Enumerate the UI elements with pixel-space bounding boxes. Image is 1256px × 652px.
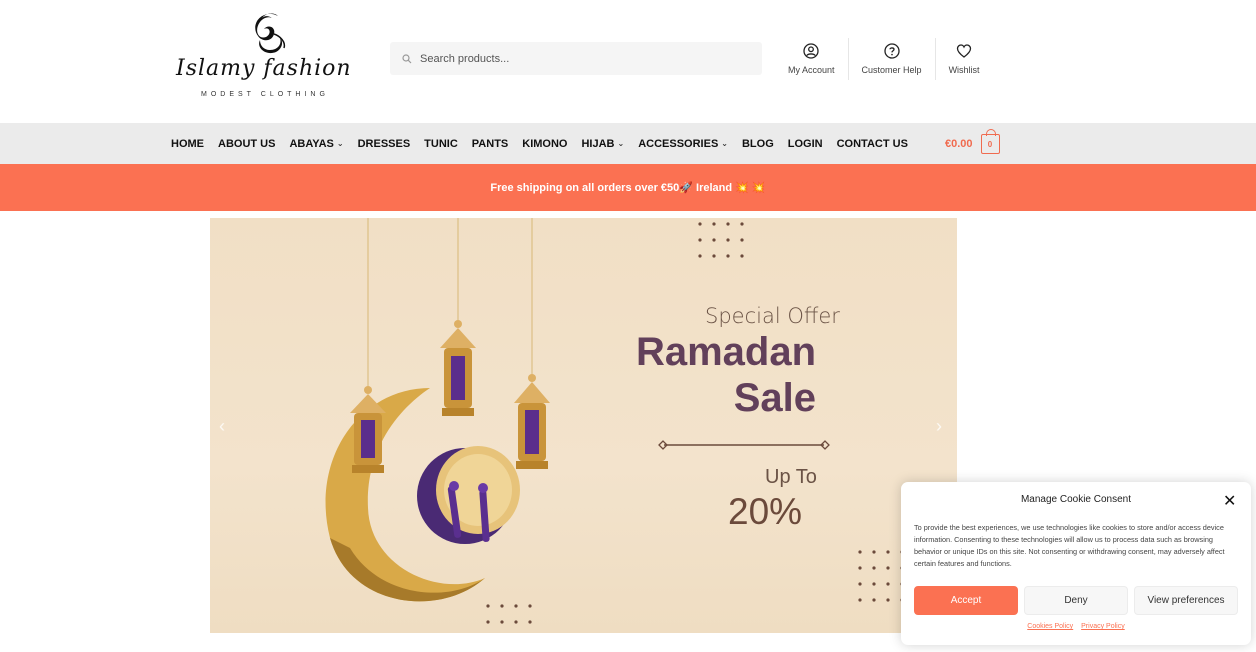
promo-bar: Free shipping on all orders over €50🚀 Ir… bbox=[0, 164, 1256, 211]
logo-mark-icon bbox=[255, 13, 286, 54]
ramadan-lantern-illustration bbox=[325, 218, 550, 602]
nav-item-login[interactable]: LOGIN bbox=[788, 138, 823, 150]
hero-title-line1: Ramadan bbox=[635, 330, 816, 374]
cart-button[interactable]: €0.00 0 bbox=[945, 129, 1000, 154]
search-input[interactable] bbox=[420, 52, 740, 65]
chevron-down-icon: ⌄ bbox=[336, 139, 344, 148]
hero-discount: 20% bbox=[728, 491, 803, 532]
nav-menu: HOME ABOUT US ABAYAS ⌄ DRESSES TUNIC PANT… bbox=[171, 123, 922, 164]
nav-item-contact-us[interactable]: CONTACT US bbox=[837, 138, 908, 150]
view-preferences-button[interactable]: View preferences bbox=[1134, 586, 1238, 615]
wishlist-link[interactable]: Wishlist bbox=[936, 38, 993, 80]
hero-title-line2: Sale bbox=[733, 376, 816, 420]
cookie-policy-links: Cookies Policy Privacy Policy bbox=[901, 623, 1251, 630]
deny-button[interactable]: Deny bbox=[1024, 586, 1128, 615]
cookie-consent-dialog: Manage Cookie Consent ✕ To provide the b… bbox=[901, 482, 1251, 645]
chevron-down-icon: ⌄ bbox=[617, 139, 625, 148]
user-icon bbox=[803, 43, 819, 59]
main-nav: HOME ABOUT US ABAYAS ⌄ DRESSES TUNIC PANT… bbox=[0, 123, 1256, 164]
nav-item-abayas[interactable]: ABAYAS ⌄ bbox=[289, 138, 343, 150]
hero-divider bbox=[658, 440, 830, 450]
chevron-down-icon: ⌄ bbox=[721, 139, 728, 148]
nav-item-kimono[interactable]: KIMONO bbox=[522, 138, 567, 150]
logo-wordmark: Islamy fashion bbox=[176, 56, 352, 81]
customer-help-label: Customer Help bbox=[861, 65, 922, 75]
hero-up-to: Up To bbox=[765, 466, 817, 488]
cart-count-badge: 0 bbox=[987, 139, 993, 149]
my-account-link[interactable]: My Account bbox=[775, 38, 849, 80]
nav-item-home[interactable]: HOME bbox=[171, 138, 204, 150]
nav-item-label: HOME bbox=[171, 137, 204, 150]
heart-icon bbox=[956, 44, 972, 58]
nav-item-pants[interactable]: PANTS bbox=[472, 138, 508, 150]
nav-item-label: PANTS bbox=[471, 137, 509, 150]
page: Islamy fashion MODEST CLOTHING My Accoun… bbox=[0, 0, 1256, 652]
help-icon bbox=[883, 43, 900, 59]
nav-item-dresses[interactable]: DRESSES bbox=[358, 138, 411, 150]
accept-button[interactable]: Accept bbox=[914, 586, 1018, 615]
site-logo[interactable]: Islamy fashion MODEST CLOTHING bbox=[176, 12, 356, 102]
decor-dots-icon bbox=[698, 222, 744, 258]
site-header: Islamy fashion MODEST CLOTHING My Accoun… bbox=[0, 0, 1256, 123]
wishlist-label: Wishlist bbox=[948, 65, 980, 75]
my-account-label: My Account bbox=[788, 65, 835, 75]
hero-special-offer: Special Offer bbox=[705, 304, 840, 328]
slider-prev-arrow-icon[interactable]: ‹ bbox=[219, 416, 225, 437]
header-links: My Account Customer Help Wishlist bbox=[775, 38, 993, 80]
nav-item-label: ABAYAS bbox=[289, 137, 334, 150]
nav-item-label: BLOG bbox=[741, 137, 774, 150]
customer-help-link[interactable]: Customer Help bbox=[849, 38, 936, 80]
decor-dots-icon bbox=[486, 604, 532, 624]
nav-item-label: LOGIN bbox=[787, 137, 823, 150]
nav-item-label: KIMONO bbox=[522, 137, 568, 150]
cookies-policy-link[interactable]: Cookies Policy bbox=[1027, 623, 1073, 630]
close-icon[interactable]: ✕ bbox=[1223, 491, 1236, 511]
search-bar bbox=[390, 42, 762, 75]
nav-item-label: ABOUT US bbox=[218, 137, 276, 150]
cookie-title: Manage Cookie Consent bbox=[1020, 494, 1132, 505]
privacy-policy-link[interactable]: Privacy Policy bbox=[1081, 623, 1125, 630]
hero-slider: Special Offer Ramadan Sale Up To 20% ‹ › bbox=[210, 218, 957, 633]
cookie-description: To provide the best experiences, we use … bbox=[914, 523, 1225, 568]
nav-item-blog[interactable]: BLOG bbox=[742, 138, 774, 150]
nav-item-tunic[interactable]: TUNIC bbox=[424, 138, 458, 150]
nav-item-label: DRESSES bbox=[357, 137, 411, 150]
logo-tagline: MODEST CLOTHING bbox=[201, 91, 329, 98]
promo-text: Free shipping on all orders over €50🚀 Ir… bbox=[490, 182, 766, 194]
slider-next-arrow-icon[interactable]: › bbox=[936, 416, 942, 437]
nav-item-accessories[interactable]: ACCESSORIES ⌄ bbox=[638, 138, 728, 150]
shopping-bag-icon: 0 bbox=[980, 129, 1000, 154]
nav-item-label: HIJAB bbox=[581, 137, 615, 150]
nav-item-hijab[interactable]: HIJAB ⌄ bbox=[581, 138, 624, 150]
nav-item-about-us[interactable]: ABOUT US bbox=[218, 138, 275, 150]
nav-item-label: TUNIC bbox=[424, 137, 458, 150]
nav-item-label: CONTACT US bbox=[836, 137, 908, 150]
nav-item-label: ACCESSORIES bbox=[638, 137, 719, 150]
cart-total: €0.00 bbox=[945, 138, 973, 150]
search-icon bbox=[402, 53, 412, 63]
